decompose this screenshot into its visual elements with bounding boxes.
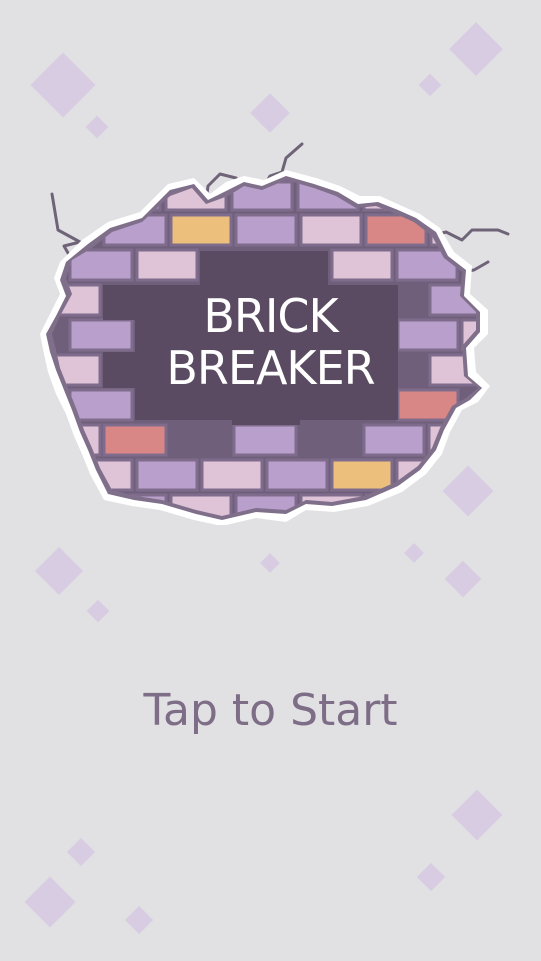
diamond-decoration bbox=[449, 22, 503, 76]
diamond-decoration bbox=[260, 553, 280, 573]
start-screen[interactable]: BRICK BREAKER Tap to Start bbox=[0, 0, 541, 961]
diamond-decoration bbox=[66, 837, 96, 867]
diamond-decoration bbox=[416, 862, 446, 892]
diamond-decoration bbox=[250, 93, 290, 133]
diamond-decoration bbox=[444, 560, 482, 598]
diamond-decoration bbox=[85, 115, 109, 139]
diamond-decoration bbox=[34, 546, 84, 596]
diamond-decoration bbox=[404, 543, 424, 563]
diamond-decoration bbox=[451, 789, 503, 841]
tap-to-start-button[interactable]: Tap to Start bbox=[0, 683, 541, 739]
diamond-decoration bbox=[124, 905, 154, 935]
diamond-decoration bbox=[24, 876, 76, 928]
game-title-line2: BREAKER bbox=[166, 341, 375, 395]
game-title-line1: BRICK bbox=[203, 289, 338, 343]
diamond-decoration bbox=[30, 52, 96, 118]
diamond-decoration bbox=[86, 599, 110, 623]
diamond-decoration bbox=[418, 73, 442, 97]
